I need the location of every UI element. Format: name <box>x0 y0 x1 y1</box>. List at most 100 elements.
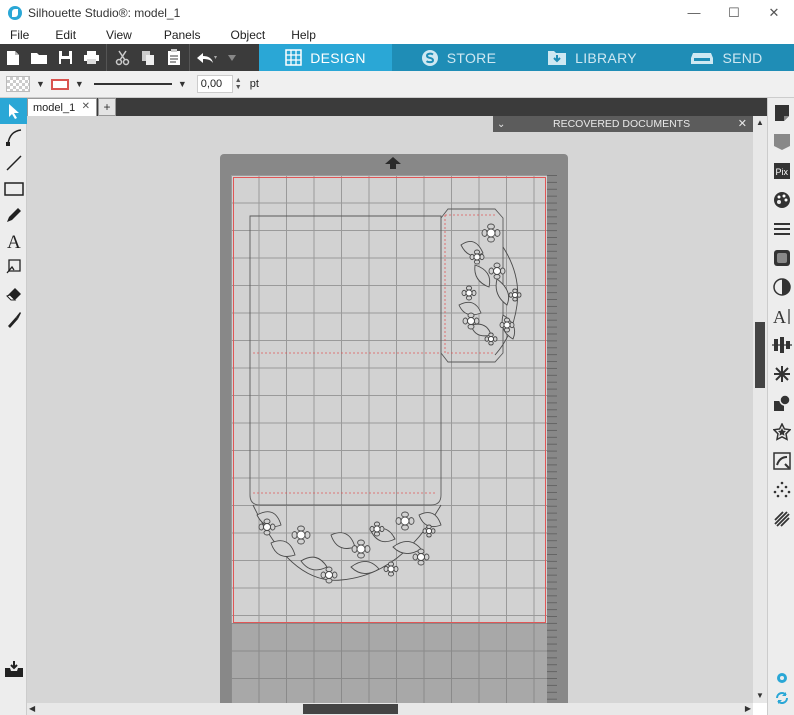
mat-feed-arrow-icon <box>385 157 401 169</box>
tab-library-label: LIBRARY <box>575 49 637 66</box>
tab-design[interactable]: DESIGN <box>259 44 392 71</box>
line-color-swatch[interactable] <box>50 78 69 90</box>
knife-tool[interactable] <box>0 306 27 332</box>
line-style-button[interactable] <box>768 214 794 243</box>
scroll-down-icon[interactable]: ▼ <box>755 691 765 701</box>
modify-icon <box>773 393 791 411</box>
menu-object[interactable]: Object <box>221 28 266 42</box>
svg-text:A: A <box>7 232 21 251</box>
copy-icon[interactable] <box>135 44 161 71</box>
save-icon[interactable] <box>52 44 78 71</box>
offset-icon <box>772 422 791 441</box>
contrast-icon <box>772 277 791 296</box>
text-style-icon: A <box>773 307 790 325</box>
tab-store[interactable]: STORE <box>392 44 525 71</box>
mat-ruler <box>547 175 557 712</box>
modify-button[interactable] <box>768 388 794 417</box>
pixscan-button[interactable]: Pix <box>768 156 794 185</box>
text-tool[interactable]: A <box>0 228 27 254</box>
line-style-preview[interactable] <box>93 83 172 85</box>
sync-button[interactable] <box>768 688 794 708</box>
left-tool-panel: A <box>0 98 27 715</box>
menu-help[interactable]: Help <box>281 28 316 42</box>
align-button[interactable] <box>768 330 794 359</box>
pix-icon: Pix <box>773 162 790 179</box>
bottom-floral-decoration <box>252 504 442 584</box>
library-download-tool[interactable] <box>0 656 27 682</box>
eraser-icon <box>5 288 21 301</box>
menu-file[interactable]: File <box>0 28 29 42</box>
panel-settings-button[interactable] <box>768 668 794 688</box>
fill-dropdown-icon[interactable]: ▼ <box>36 79 45 89</box>
undo-icon[interactable] <box>192 44 222 71</box>
fill-color-button[interactable] <box>768 185 794 214</box>
rectangle-icon <box>3 182 24 196</box>
text-style-button[interactable]: A <box>768 301 794 330</box>
tab-library[interactable]: LIBRARY <box>525 44 659 71</box>
tab-store-label: STORE <box>446 49 497 66</box>
send-panel-button[interactable] <box>768 127 794 156</box>
text-on-path-tool[interactable] <box>0 254 27 280</box>
document-tab-model-1[interactable]: model_1 ✕ <box>27 98 97 116</box>
line-properties-bar: ▼ ▼ ▼ 0,00 ▲ ▼ pt <box>0 71 794 98</box>
horizontal-scroll-thumb[interactable] <box>303 704 398 714</box>
recovered-panel-close-icon[interactable]: ✕ <box>738 117 747 130</box>
cut-scissors-icon[interactable] <box>109 44 135 71</box>
minimize-button[interactable]: — <box>674 0 714 25</box>
menu-edit[interactable]: Edit <box>45 28 76 42</box>
scroll-left-icon[interactable]: ◀ <box>29 704 35 713</box>
offset-button[interactable] <box>768 417 794 446</box>
print-icon[interactable] <box>78 44 104 71</box>
close-tab-icon[interactable]: ✕ <box>82 101 90 112</box>
svg-text:Pix: Pix <box>775 167 788 177</box>
pencil-tool[interactable] <box>0 202 27 228</box>
trace-button[interactable] <box>768 446 794 475</box>
recovered-documents-title: RECOVERED DOCUMENTS <box>553 118 691 130</box>
menu-panels[interactable]: Panels <box>154 28 201 42</box>
rhinestone-button[interactable] <box>768 504 794 533</box>
select-tool[interactable] <box>0 98 27 124</box>
vertical-scroll-thumb[interactable] <box>755 322 765 388</box>
redo-dropdown-icon[interactable] <box>222 44 242 71</box>
cutter-icon <box>691 53 714 64</box>
toolbar-divider <box>189 44 190 71</box>
design-drawing[interactable] <box>231 175 547 621</box>
sketch-button[interactable] <box>768 475 794 504</box>
replicate-button[interactable] <box>768 359 794 388</box>
silhouette-studio-window: Silhouette Studio®: model_1 — ☐ ✕ File E… <box>0 0 794 715</box>
line-style-dropdown-icon[interactable]: ▼ <box>178 79 187 89</box>
new-document-icon[interactable] <box>0 44 26 71</box>
maximize-button[interactable]: ☐ <box>714 0 754 25</box>
flap-floral-decoration <box>458 223 522 356</box>
point-edit-tool[interactable] <box>0 124 27 150</box>
line-width-stepper[interactable]: ▲ ▼ <box>235 77 242 91</box>
fill-pattern-swatch[interactable] <box>6 76 30 92</box>
collapse-chevron-icon[interactable]: ⌄ <box>497 119 509 130</box>
line-icon <box>5 155 22 171</box>
fill-pattern-button[interactable] <box>768 243 794 272</box>
menu-view[interactable]: View <box>96 28 132 42</box>
add-tab-button[interactable]: + <box>98 98 116 116</box>
open-folder-icon[interactable] <box>26 44 52 71</box>
line-width-unit: pt <box>249 78 259 90</box>
page-setup-icon <box>774 104 789 121</box>
line-tool[interactable] <box>0 150 27 176</box>
vertical-scrollbar[interactable]: ▲ ▼ <box>753 116 767 703</box>
paste-clipboard-icon[interactable] <box>161 44 187 71</box>
close-button[interactable]: ✕ <box>754 0 794 25</box>
grid-icon <box>285 49 302 66</box>
scroll-right-icon[interactable]: ▶ <box>745 704 751 713</box>
rectangle-tool[interactable] <box>0 176 27 202</box>
line-width-input[interactable]: 0,00 <box>196 75 233 93</box>
transparency-button[interactable] <box>768 272 794 301</box>
tab-send[interactable]: SEND <box>659 44 794 71</box>
eraser-tool[interactable] <box>0 280 27 306</box>
scroll-up-icon[interactable]: ▲ <box>755 118 765 128</box>
window-controls: — ☐ ✕ <box>674 0 794 25</box>
palette-icon <box>773 191 790 208</box>
align-icon <box>771 336 792 353</box>
page-setup-button[interactable] <box>768 98 794 127</box>
line-color-dropdown-icon[interactable]: ▼ <box>75 79 84 89</box>
trace-icon <box>772 451 791 470</box>
horizontal-scrollbar[interactable]: ◀ ▶ <box>27 703 753 715</box>
